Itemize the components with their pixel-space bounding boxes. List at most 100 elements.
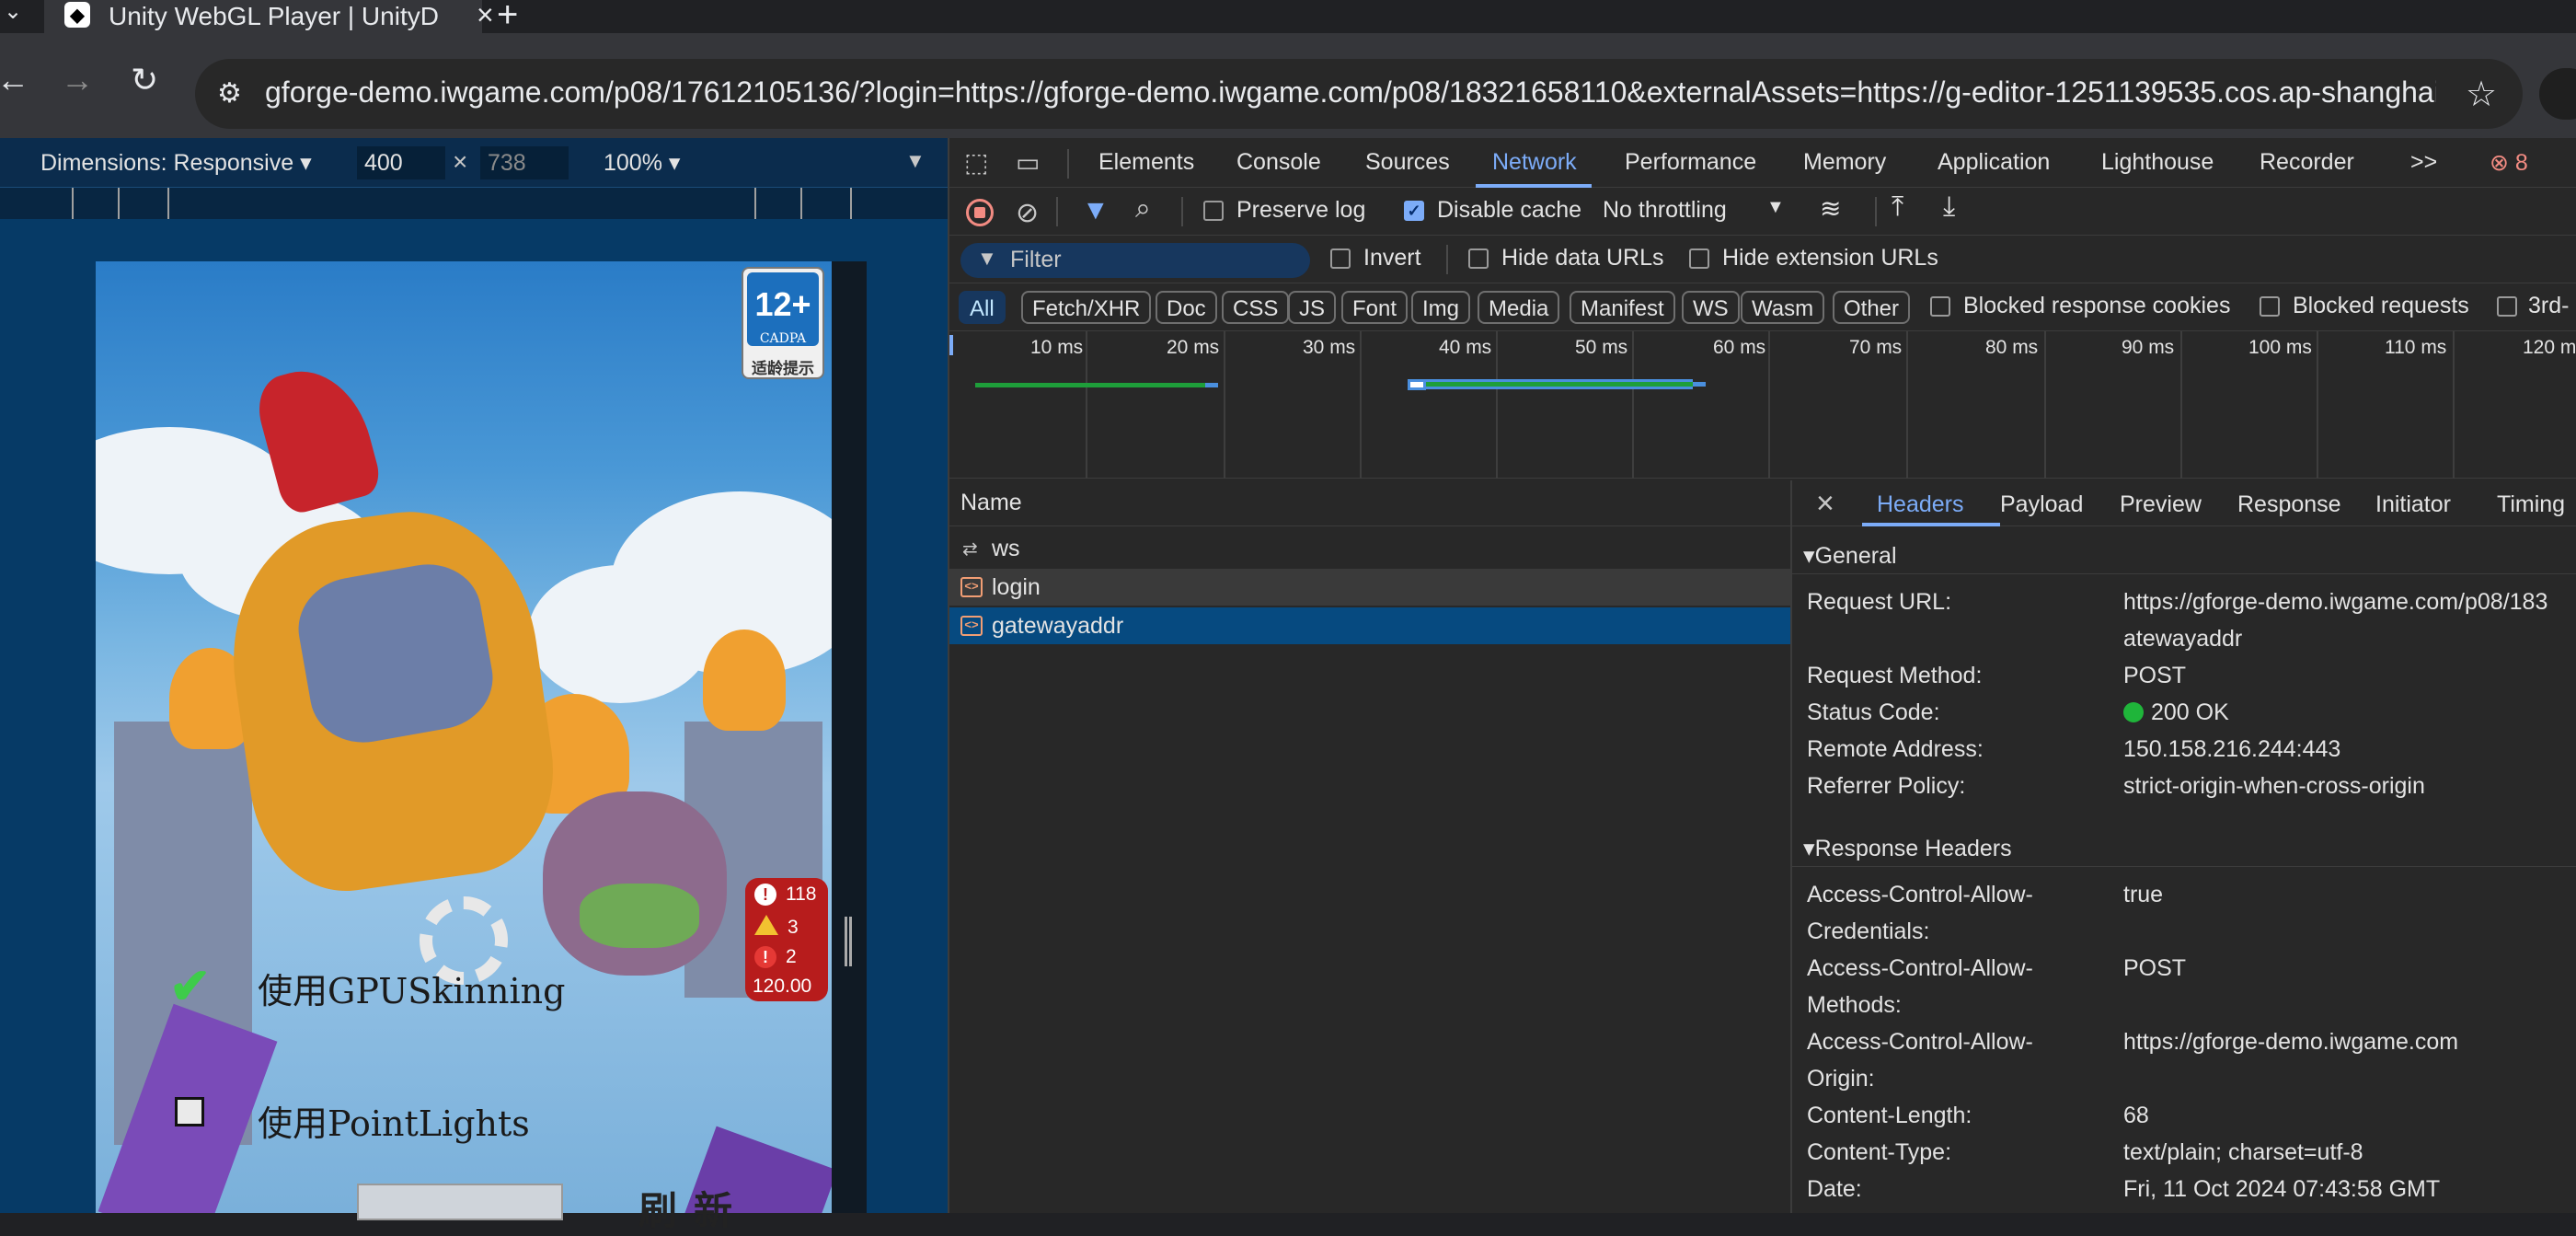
close-tab-icon[interactable]: × — [477, 0, 494, 32]
search-icon[interactable]: ⌕ — [1135, 193, 1151, 225]
point-lights-checkbox[interactable] — [175, 1097, 204, 1126]
stat-error: ! 2 — [754, 946, 797, 968]
tab-sources[interactable]: Sources — [1365, 149, 1450, 176]
third-party-checkbox[interactable] — [2497, 296, 2517, 317]
tab-response[interactable]: Response — [2237, 491, 2341, 518]
viewport-scroll-gutter — [832, 261, 867, 1213]
device-width-input[interactable]: 400 — [357, 146, 445, 179]
chip-manifest[interactable]: Manifest — [1570, 291, 1675, 324]
inspect-element-icon[interactable]: ⬚ — [964, 147, 988, 178]
browser-tab[interactable]: ◆ Unity WebGL Player | UnityD × — [44, 0, 494, 33]
filter-toggle-icon[interactable]: ▼ — [1082, 195, 1110, 226]
tab-recorder[interactable]: Recorder — [2260, 149, 2354, 176]
network-conditions-icon[interactable]: ≋ — [1820, 193, 1841, 224]
clear-icon[interactable]: ⊘ — [1016, 197, 1039, 229]
header-key: Access-Control-Allow- — [1807, 955, 2033, 981]
disable-cache-checkbox[interactable]: ✓ — [1404, 201, 1424, 221]
request-row[interactable] — [949, 569, 1790, 606]
dimensions-select[interactable]: Dimensions: Responsive ▾ — [40, 149, 312, 177]
tab-search-chevron-icon[interactable]: ⌄ — [4, 0, 22, 25]
chip-other[interactable]: Other — [1833, 291, 1911, 324]
export-har-icon[interactable]: ⤓ — [1943, 191, 1955, 223]
site-info-icon[interactable]: ⚙ — [217, 77, 242, 110]
tab-elements[interactable]: Elements — [1098, 149, 1194, 176]
tab-performance[interactable]: Performance — [1625, 149, 1756, 176]
timeline-request-bar — [1693, 382, 1706, 387]
tab-memory[interactable]: Memory — [1803, 149, 1886, 176]
back-arrow-icon[interactable]: ← — [0, 61, 29, 99]
chip-img[interactable]: Img — [1411, 291, 1471, 324]
network-toolbar — [949, 188, 2576, 236]
tab-application[interactable]: Application — [1938, 149, 2050, 176]
device-options-chevron-icon[interactable]: ▼ — [905, 149, 926, 173]
device-height-input[interactable]: 738 — [480, 146, 569, 179]
timeline-gridline — [1496, 331, 1498, 479]
more-tabs-icon[interactable]: >> — [2410, 149, 2437, 176]
chip-doc[interactable]: Doc — [1156, 291, 1217, 324]
device-toggle-icon[interactable]: ▭ — [1016, 147, 1040, 178]
invert-checkbox[interactable] — [1330, 248, 1351, 269]
chip-js[interactable]: JS — [1288, 291, 1337, 324]
header-key: Date: — [1807, 1176, 1862, 1202]
preserve-log-checkbox[interactable] — [1203, 201, 1224, 221]
general-section-title[interactable]: ▾General — [1803, 542, 1897, 570]
request-name[interactable]: ws — [992, 536, 1020, 562]
game-input-field[interactable] — [357, 1184, 563, 1220]
header-value: true — [2123, 882, 2164, 907]
import-har-icon[interactable]: ⤒ — [1892, 191, 1903, 223]
timeline-request-bar — [975, 383, 1205, 387]
reload-icon[interactable]: ↻ — [131, 61, 158, 99]
blocked-requests-checkbox[interactable] — [2260, 296, 2280, 317]
ruler-tick — [754, 188, 756, 219]
timeline-label: 10 ms — [1030, 337, 1084, 358]
close-details-icon[interactable]: × — [1816, 486, 1834, 522]
chip-font[interactable]: Font — [1341, 291, 1409, 324]
age-rating-tip: 适龄提示 — [752, 360, 814, 377]
document-icon: <> — [960, 577, 983, 597]
tab-console[interactable]: Console — [1236, 149, 1321, 176]
general-section-header[interactable] — [1792, 534, 2576, 574]
tab-payload[interactable]: Payload — [2000, 491, 2083, 518]
chip-fetch-xhr[interactable]: Fetch/XHR — [1021, 291, 1152, 324]
timeline-selection-handle[interactable] — [949, 335, 953, 355]
zoom-select[interactable]: 100% ▾ — [604, 149, 680, 177]
tab-preview[interactable]: Preview — [2120, 491, 2202, 518]
throttling-select[interactable]: No throttling — [1603, 197, 1727, 224]
hide-data-urls-checkbox[interactable] — [1468, 248, 1489, 269]
warning-icon — [754, 915, 778, 935]
ruler-tick — [72, 188, 74, 219]
timeline-label: 80 ms — [1985, 337, 2039, 358]
name-column-header[interactable]: Name — [960, 490, 1022, 516]
response-headers-section-title[interactable]: ▾Response Headers — [1803, 835, 2012, 862]
hide-extension-urls-checkbox[interactable] — [1689, 248, 1709, 269]
chip-css[interactable]: CSS — [1222, 291, 1290, 324]
header-key: Status Code: — [1807, 699, 1940, 725]
tab-lighthouse[interactable]: Lighthouse — [2101, 149, 2214, 176]
request-row[interactable] — [949, 532, 1790, 569]
divider — [1067, 149, 1069, 179]
chip-ws[interactable]: WS — [1682, 291, 1740, 324]
chip-media[interactable]: Media — [1478, 291, 1560, 324]
url-text[interactable]: gforge-demo.iwgame.com/p08/17612105136/?… — [265, 75, 2436, 110]
throttling-chevron-icon[interactable]: ▼ — [1766, 197, 1785, 218]
tab-timing[interactable]: Timing — [2497, 491, 2565, 518]
tab-initiator[interactable]: Initiator — [2375, 491, 2451, 518]
chip-all[interactable]: All — [959, 291, 1006, 324]
chip-wasm[interactable]: Wasm — [1741, 291, 1825, 324]
filter-placeholder: Filter — [1010, 247, 1062, 272]
ruler-tick — [800, 188, 802, 219]
forward-arrow-icon[interactable]: → — [61, 61, 94, 99]
refresh-button[interactable]: 刷新 — [638, 1180, 749, 1236]
gpu-skinning-checkbox[interactable]: ✔ — [169, 957, 211, 1015]
record-stop-icon[interactable] — [966, 199, 994, 226]
viewport-resize-handle[interactable] — [845, 917, 852, 966]
request-name[interactable]: gatewayaddr — [992, 613, 1123, 640]
blocked-cookies-checkbox[interactable] — [1930, 296, 1950, 317]
tab-headers[interactable]: Headers — [1877, 491, 1964, 518]
tab-network[interactable]: Network — [1492, 149, 1577, 176]
new-tab-icon[interactable]: + — [497, 0, 518, 36]
header-key: Content-Type: — [1807, 1139, 1952, 1165]
request-name[interactable]: login — [992, 574, 1041, 601]
bookmark-star-icon[interactable]: ☆ — [2466, 74, 2497, 115]
error-count-badge[interactable]: ⊗ 8 — [2490, 149, 2528, 177]
